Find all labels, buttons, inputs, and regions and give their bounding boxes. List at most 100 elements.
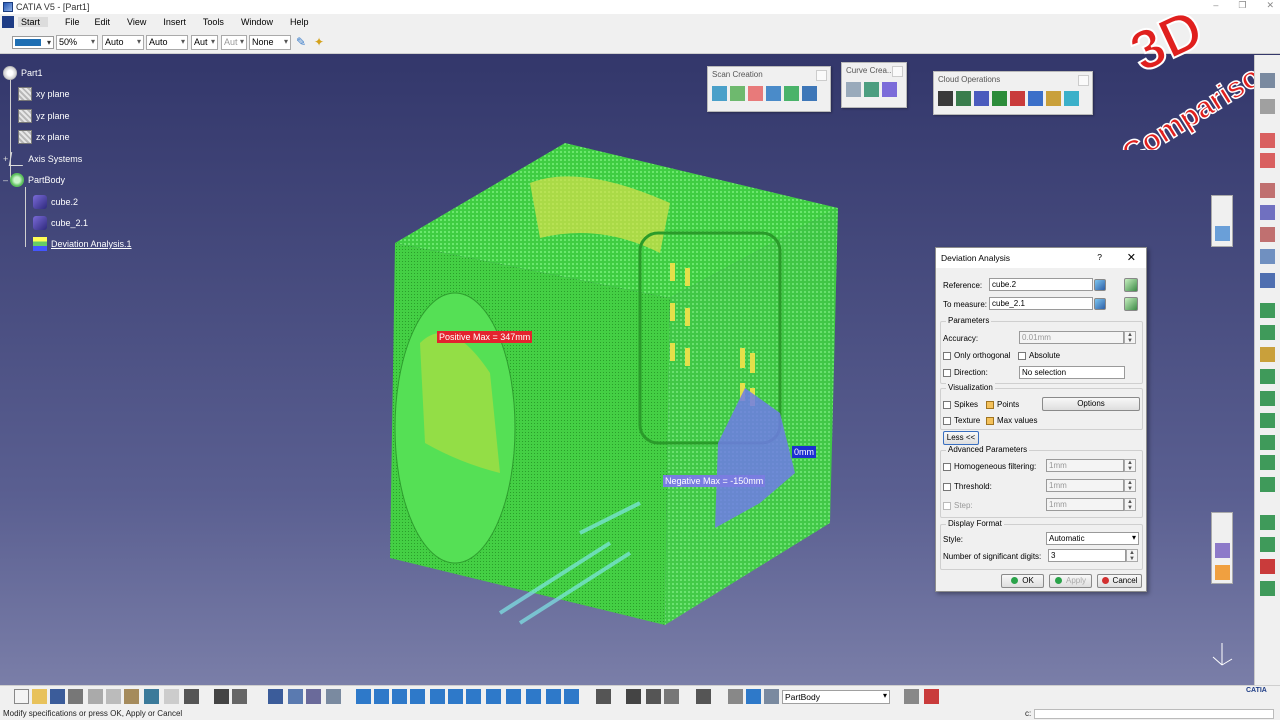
- style-dropdown[interactable]: Automatic ▾: [1046, 532, 1139, 545]
- reference-field[interactable]: cube.2: [989, 278, 1093, 291]
- catalog-browser-icon[interactable]: [306, 689, 321, 704]
- menu-insert[interactable]: Insert: [160, 17, 194, 27]
- point-type2-dropdown[interactable]: Aut ▾: [221, 35, 247, 50]
- curve-from-scan-icon[interactable]: [864, 82, 879, 97]
- fit-all-icon[interactable]: [374, 689, 389, 704]
- body-switch-icon[interactable]: [764, 689, 779, 704]
- cloud-filter-icon[interactable]: [1260, 249, 1275, 264]
- curve-on-cloud-icon[interactable]: [748, 86, 763, 101]
- rotate-icon[interactable]: [410, 689, 425, 704]
- toolbar-close-icon[interactable]: [816, 70, 827, 81]
- menu-file[interactable]: File: [62, 17, 88, 27]
- line-type-dropdown[interactable]: Auto ▾: [146, 35, 188, 50]
- step-row[interactable]: Step:: [943, 501, 973, 510]
- ok-button[interactable]: OK: [1001, 574, 1044, 588]
- measure-icon[interactable]: [596, 689, 611, 704]
- tools-palette-icon[interactable]: [904, 689, 919, 704]
- menu-help[interactable]: Help: [287, 17, 317, 27]
- paste-icon[interactable]: [124, 689, 139, 704]
- tree-node-cube2-1[interactable]: cube_2.1: [33, 216, 88, 230]
- zoom-in-icon[interactable]: [430, 689, 445, 704]
- curve-projection-icon[interactable]: [882, 82, 897, 97]
- knowledge-icon[interactable]: [1215, 565, 1230, 580]
- max-values-row[interactable]: Max values: [986, 416, 1037, 425]
- layer-dropdown[interactable]: None ▾: [249, 35, 291, 50]
- texture-row[interactable]: Texture: [943, 416, 980, 425]
- cloud-activate-icon[interactable]: [1260, 205, 1275, 220]
- update-icon[interactable]: [728, 689, 743, 704]
- max-values-checkbox[interactable]: [986, 416, 994, 425]
- hierarchy-icon[interactable]: [288, 689, 303, 704]
- view-icon[interactable]: [1215, 226, 1230, 241]
- point-cloud-model[interactable]: [380, 143, 850, 633]
- help-icon[interactable]: ?: [1097, 252, 1102, 262]
- curvature-icon[interactable]: [1260, 581, 1275, 596]
- knowledge-advisor-icon[interactable]: [232, 689, 247, 704]
- tree-node-xy-plane[interactable]: xy plane: [18, 87, 70, 101]
- direction-row[interactable]: Direction:: [943, 368, 988, 377]
- threshold-row[interactable]: Threshold:: [943, 482, 992, 491]
- catalog-icon[interactable]: [1215, 543, 1230, 558]
- less-button[interactable]: Less <<: [943, 431, 979, 445]
- step-field[interactable]: 1mm: [1046, 498, 1124, 511]
- protect-icon[interactable]: [1064, 91, 1079, 106]
- mesh-icon[interactable]: [1260, 273, 1275, 288]
- select-icon[interactable]: [1260, 73, 1275, 88]
- cut-icon[interactable]: [88, 689, 103, 704]
- offset-icon[interactable]: [1260, 303, 1275, 318]
- import-icon[interactable]: [1260, 133, 1275, 148]
- menu-window[interactable]: Window: [238, 17, 281, 27]
- table-icon[interactable]: [268, 689, 283, 704]
- spikes-row[interactable]: Spikes: [943, 400, 978, 409]
- split-icon[interactable]: [1260, 455, 1275, 470]
- print-icon[interactable]: [68, 689, 83, 704]
- expand-plus-icon[interactable]: +: [3, 154, 8, 164]
- delete-icon[interactable]: [1260, 559, 1275, 574]
- collapse-minus-icon[interactable]: –: [3, 175, 8, 185]
- dimensions-icon[interactable]: [326, 689, 341, 704]
- sketch-icon[interactable]: [646, 689, 661, 704]
- hide-show-icon[interactable]: [546, 689, 561, 704]
- capture-icon[interactable]: [696, 689, 711, 704]
- line-thickness-dropdown[interactable]: Auto ▾: [102, 35, 144, 50]
- scan-icon[interactable]: [712, 86, 727, 101]
- filter-icon[interactable]: [992, 91, 1007, 106]
- isometric-view-icon[interactable]: [506, 689, 521, 704]
- point-type-dropdown[interactable]: Aut ▾: [191, 35, 218, 50]
- characteristic-lines-icon[interactable]: [784, 86, 799, 101]
- current-body-dropdown[interactable]: PartBody ▾: [782, 690, 890, 704]
- pan-icon[interactable]: [392, 689, 407, 704]
- apply-button[interactable]: Apply: [1049, 574, 1092, 588]
- planar-section-icon[interactable]: [730, 86, 745, 101]
- split-cloud-icon[interactable]: [974, 91, 989, 106]
- activate-icon[interactable]: [1046, 91, 1061, 106]
- lock-icon[interactable]: [664, 689, 679, 704]
- reference-list-icon[interactable]: [1124, 278, 1138, 292]
- undo-icon[interactable]: [144, 689, 159, 704]
- cloud-edit-icon[interactable]: [1260, 183, 1275, 198]
- cloud-remove-icon[interactable]: [1260, 227, 1275, 242]
- direction-checkbox[interactable]: [943, 368, 951, 377]
- accuracy-field[interactable]: 0.01mm: [1019, 331, 1124, 344]
- union-icon[interactable]: [938, 91, 953, 106]
- tree-node-partbody[interactable]: – PartBody: [3, 173, 65, 187]
- merge-clouds-icon[interactable]: [956, 91, 971, 106]
- to-measure-field[interactable]: cube_2.1: [989, 297, 1093, 310]
- accuracy-spinner[interactable]: ▲ ▼: [1124, 331, 1136, 344]
- copy-icon[interactable]: [106, 689, 121, 704]
- export-icon[interactable]: [1260, 153, 1275, 168]
- homogeneous-filtering-field[interactable]: 1mm: [1046, 459, 1124, 472]
- point-icon[interactable]: [924, 689, 939, 704]
- zoom-out-icon[interactable]: [448, 689, 463, 704]
- shading-icon[interactable]: [526, 689, 541, 704]
- step-checkbox[interactable]: [943, 501, 951, 510]
- direction-field[interactable]: No selection: [1019, 366, 1125, 379]
- formula-icon[interactable]: [214, 689, 229, 704]
- free-edges-icon[interactable]: [766, 86, 781, 101]
- command-input[interactable]: [1034, 709, 1274, 719]
- options-button[interactable]: Options: [1042, 397, 1140, 411]
- 3d-curve-icon[interactable]: [846, 82, 861, 97]
- texture-checkbox[interactable]: [943, 416, 951, 425]
- align-icon[interactable]: [1028, 91, 1043, 106]
- save-icon[interactable]: [50, 689, 65, 704]
